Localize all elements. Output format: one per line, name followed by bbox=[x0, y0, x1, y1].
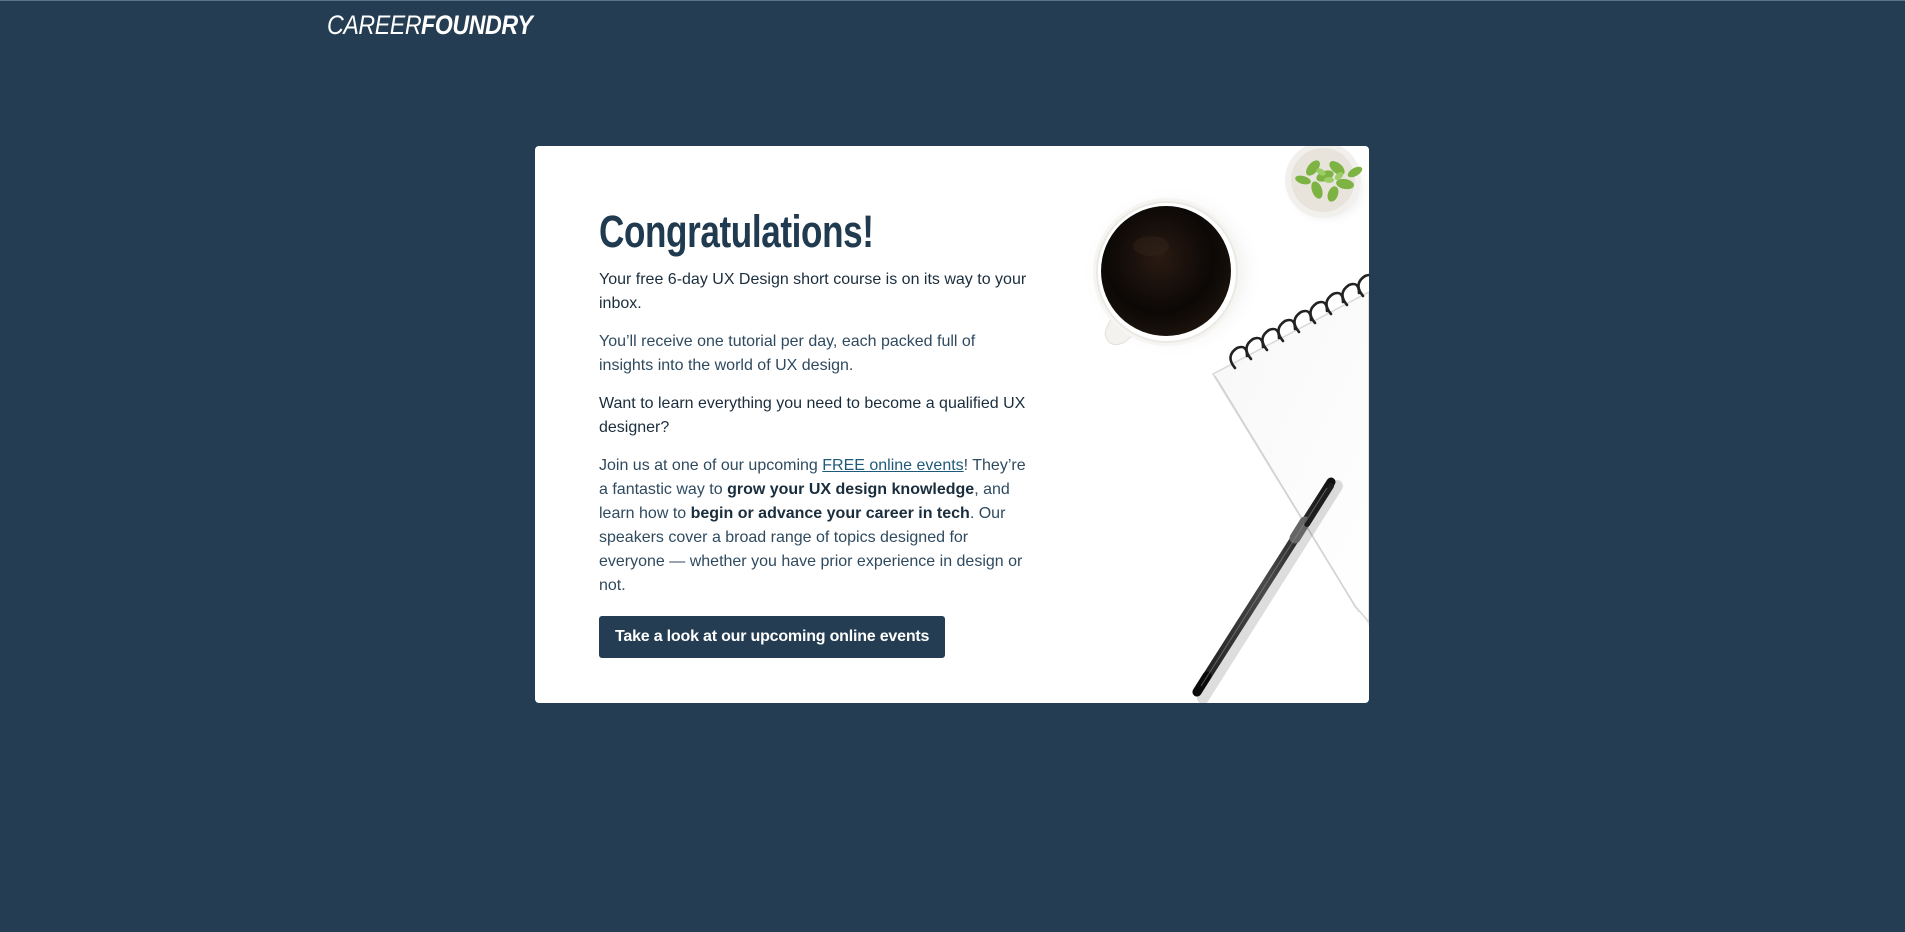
careerfoundry-logo[interactable]: CAREER FOUNDRY bbox=[327, 10, 550, 40]
coffee-cup-icon bbox=[1081, 184, 1265, 360]
logo-bold-text: FOUNDRY bbox=[420, 10, 533, 40]
events-paragraph: Join us at one of our upcoming FREE onli… bbox=[599, 454, 1029, 598]
qualification-question: Want to learn everything you need to bec… bbox=[599, 395, 1026, 436]
pen-icon bbox=[1192, 477, 1343, 703]
confirmation-card: Congratulations! Your free 6-day UX Desi… bbox=[535, 146, 1369, 703]
page-title: Congratulations! bbox=[599, 206, 874, 257]
events-text-1: Join us at one of our upcoming bbox=[599, 457, 823, 474]
upcoming-events-button[interactable]: Take a look at our upcoming online event… bbox=[599, 616, 946, 658]
card-content: Congratulations! Your free 6-day UX Desi… bbox=[599, 204, 1029, 658]
coffee-notebook-plant-illustration bbox=[1081, 146, 1369, 703]
events-bold-2: begin or advance your career in tech bbox=[690, 505, 970, 522]
logo-light-text: CAREER bbox=[327, 10, 422, 40]
top-divider bbox=[0, 0, 1905, 1]
confirmation-text: Your free 6-day UX Design short course i… bbox=[599, 271, 1027, 312]
plant-icon bbox=[1281, 146, 1369, 228]
events-bold-1: grow your UX design knowledge bbox=[727, 481, 975, 498]
tutorial-info-text: You’ll receive one tutorial per day, eac… bbox=[599, 333, 976, 374]
free-online-events-link[interactable]: FREE online events bbox=[822, 457, 963, 474]
